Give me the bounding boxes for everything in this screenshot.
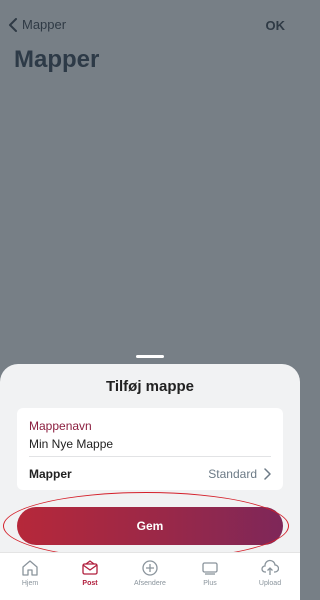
mail-icon <box>82 560 98 575</box>
tab-plus[interactable]: Plus <box>180 553 240 600</box>
tab-afsendere[interactable]: Afsendere <box>120 553 180 600</box>
back-button[interactable]: Mapper <box>8 17 66 32</box>
tab-label: Post <box>82 580 98 587</box>
chevron-left-icon <box>9 17 17 32</box>
tab-label: Plus <box>203 580 217 587</box>
cloud-upload-icon <box>261 559 279 575</box>
parent-folder-label: Mapper <box>29 467 72 481</box>
parent-folder-value[interactable]: Standard <box>208 467 257 481</box>
home-icon <box>22 560 38 576</box>
back-label: Mapper <box>22 17 67 32</box>
sheet-title: Tilføj mappe <box>105 378 195 395</box>
folder-name-input[interactable]: Min Nye Mappe <box>29 437 113 451</box>
folder-form-card: Mappenavn Min Nye Mappe Mapper Standard <box>17 408 283 490</box>
plus-circle-icon <box>142 560 158 576</box>
tab-label: Afsendere <box>134 580 166 587</box>
top-bar: Mapper OK <box>0 0 300 50</box>
save-button[interactable]: Gem <box>17 507 283 545</box>
tab-label: Hjem <box>21 580 39 587</box>
folder-name-label: Mappenavn <box>29 419 92 433</box>
chevron-right-icon[interactable] <box>263 468 271 480</box>
divider <box>29 456 271 457</box>
ok-button[interactable]: OK <box>266 18 286 33</box>
sheet-drag-handle[interactable] <box>136 355 164 358</box>
tab-upload[interactable]: Upload <box>240 553 300 600</box>
tab-label: Upload <box>258 580 282 587</box>
tab-bar: Hjem Post Afsendere Plus Upload <box>0 552 300 600</box>
plus-box-icon <box>202 562 218 575</box>
tab-post[interactable]: Post <box>60 553 120 600</box>
tab-home[interactable]: Hjem <box>0 553 60 600</box>
page-title: Mapper <box>14 46 100 73</box>
